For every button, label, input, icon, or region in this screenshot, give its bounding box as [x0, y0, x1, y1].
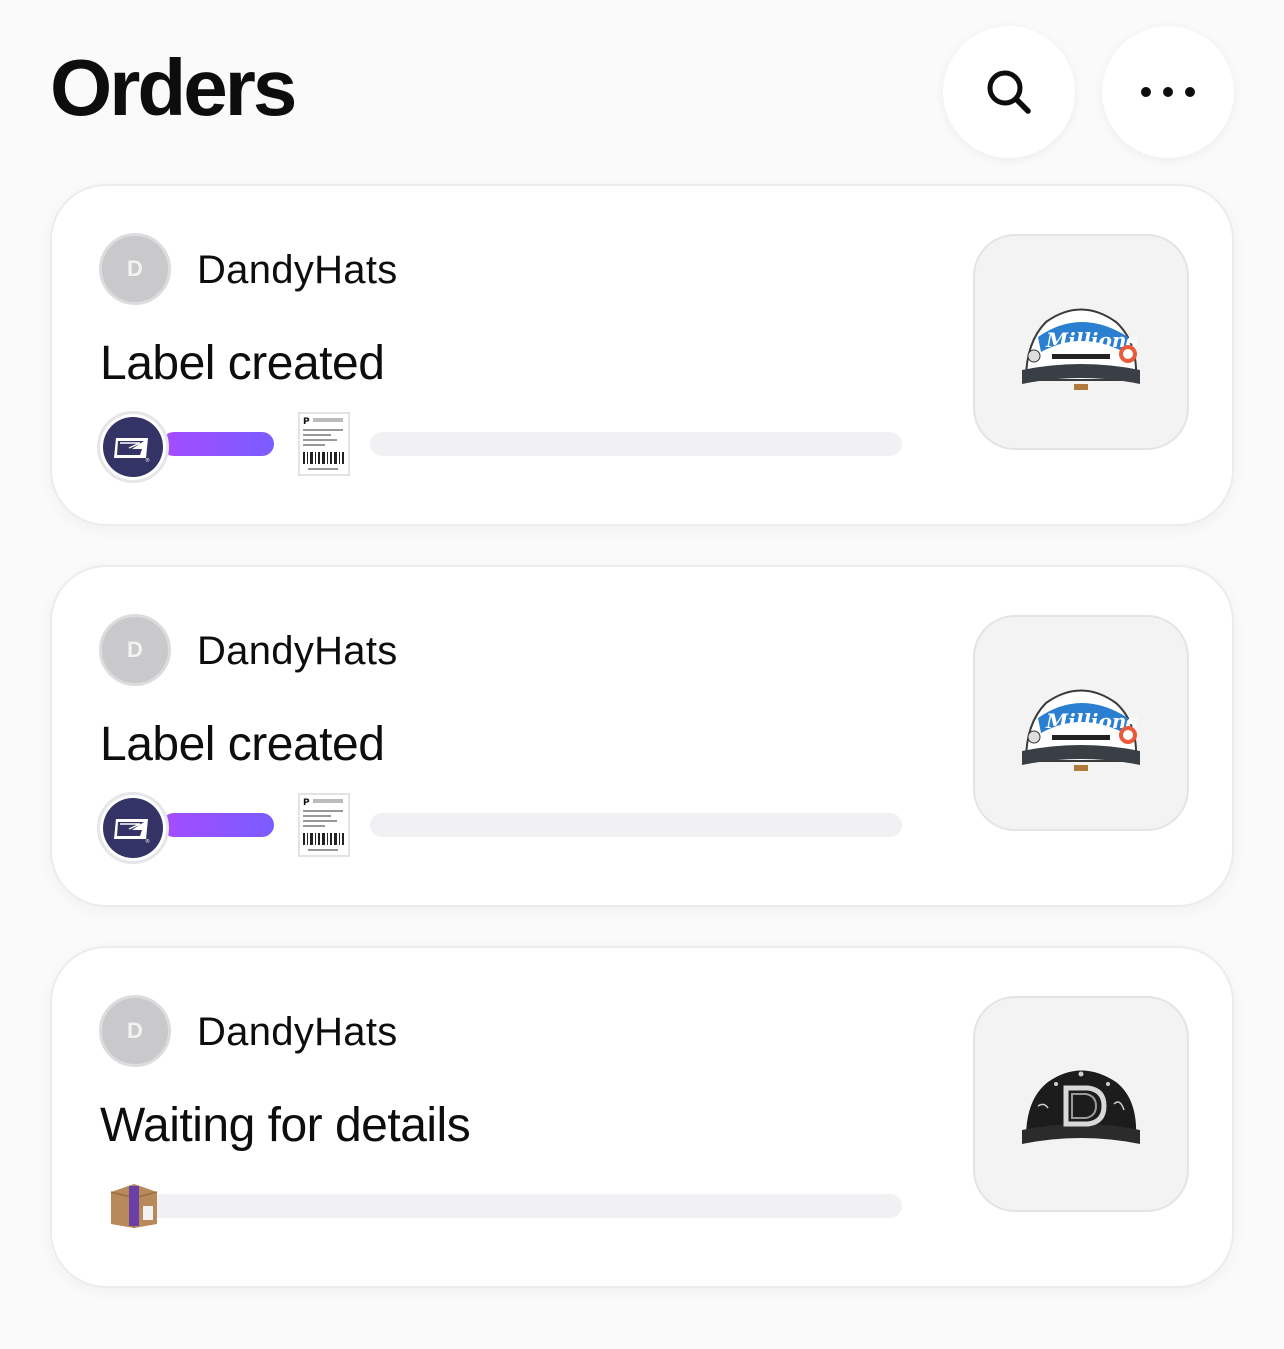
search-icon: [987, 70, 1031, 114]
svg-text:P: P: [303, 417, 310, 427]
order-status: Label created: [100, 718, 385, 771]
black-d-logo-cap: [1022, 1070, 1140, 1144]
product-thumbnail[interactable]: [973, 996, 1189, 1212]
usps-eagle-icon: ®: [97, 411, 169, 483]
more-horizontal-icon: [1141, 87, 1195, 97]
progress-track: [370, 813, 902, 837]
svg-text:P: P: [303, 798, 310, 808]
shipping-label-icon: P: [298, 793, 350, 862]
orders-screen: Orders D DandyHats Label created ® P Mil…: [0, 0, 1284, 1349]
order-status: Waiting for details: [100, 1099, 471, 1152]
millions-trucker-hat: Millions: [1022, 689, 1140, 771]
page-title: Orders: [50, 43, 297, 132]
product-thumbnail[interactable]: Millions: [973, 615, 1189, 831]
store-avatar: D: [99, 614, 171, 686]
order-card[interactable]: D DandyHats Waiting for details: [50, 946, 1234, 1288]
store-name: DandyHats: [197, 248, 398, 292]
store-avatar: D: [99, 995, 171, 1067]
millions-trucker-hat: Millions: [1022, 308, 1140, 390]
search-button[interactable]: [943, 26, 1075, 158]
progress-fill: [162, 813, 274, 837]
store-name: DandyHats: [197, 629, 398, 673]
order-card[interactable]: D DandyHats Label created ® P Millions: [50, 184, 1234, 526]
store-avatar: D: [99, 233, 171, 305]
progress-fill: [162, 432, 274, 456]
svg-text:®: ®: [145, 457, 150, 464]
package-box-icon: [107, 1182, 161, 1235]
svg-text:®: ®: [145, 838, 150, 845]
order-card[interactable]: D DandyHats Label created ® P Millions: [50, 565, 1234, 907]
progress-track: [370, 432, 902, 456]
header: Orders: [0, 0, 1284, 170]
usps-eagle-icon: ®: [97, 792, 169, 864]
store-name: DandyHats: [197, 1010, 398, 1054]
more-button[interactable]: [1102, 26, 1234, 158]
progress-track: [114, 1194, 902, 1218]
order-status: Label created: [100, 337, 385, 390]
product-thumbnail[interactable]: Millions: [973, 234, 1189, 450]
shipping-label-icon: P: [298, 412, 350, 481]
